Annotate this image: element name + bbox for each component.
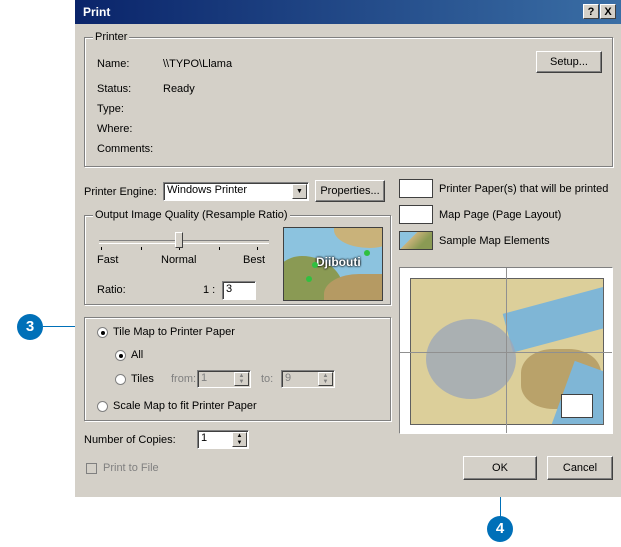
copies-spinner[interactable]: ▲ ▼ [232,432,247,447]
tile-map-radio[interactable] [97,327,108,338]
status-label: Status: [97,83,132,95]
setup-button[interactable]: Setup... [536,51,602,73]
step-3-callout: 3 [17,314,43,340]
step-4-callout: 4 [487,516,513,542]
tick-1 [101,247,102,250]
from-label: from: [171,373,197,385]
tick-4 [219,247,220,250]
printer-group: Printer Name: \\TYPO\Llama Status: Ready… [84,31,613,167]
print-dialog: Print ? X Printer Name: \\TYPO\Llama Sta… [75,0,621,497]
to-input[interactable]: 9 ▲ ▼ [281,370,335,388]
ratio-input[interactable]: 3 [222,281,256,300]
printer-engine-select[interactable]: Windows Printer ▼ [163,182,309,201]
scale-map-radio[interactable] [97,401,108,412]
close-icon[interactable]: X [600,4,616,19]
sample-map-swatch [399,231,433,250]
name-label: Name: [97,58,130,70]
fast-label: Fast [97,254,119,266]
ok-button[interactable]: OK [463,456,537,480]
chevron-down-icon[interactable]: ▼ [292,184,307,199]
scale-map-label[interactable]: Scale Map to fit Printer Paper [113,400,257,412]
output-quality-label: Output Image Quality (Resample Ratio) [93,209,290,221]
properties-button[interactable]: Properties... [315,180,385,202]
ratio-prefix: 1 : [203,284,216,296]
cancel-button[interactable]: Cancel [547,456,613,480]
tiles-radio[interactable] [115,374,126,385]
name-value: \\TYPO\Llama [163,58,233,70]
to-label: to: [261,373,274,385]
city-marker-1 [312,262,318,268]
printer-engine-label: Printer Engine: [84,186,157,198]
tile-map-label[interactable]: Tile Map to Printer Paper [113,326,235,338]
tile-divider-horizontal [400,352,612,353]
printer-group-label: Printer [93,31,130,43]
tick-2 [141,247,142,250]
tick-5 [257,247,258,250]
land-shape-2 [334,228,382,248]
highlands [426,319,516,399]
normal-label: Normal [161,254,197,266]
to-value: 9 [285,372,292,384]
window-title: Print [83,5,111,19]
map-legend-box [561,394,593,418]
where-label: Where: [97,123,133,135]
copies-input[interactable]: 1 ▲ ▼ [197,430,249,449]
tile-divider-vertical [506,268,507,433]
city-marker-3 [306,276,312,282]
help-icon[interactable]: ? [583,4,599,19]
quality-preview-image: Djibouti [283,227,383,301]
resample-slider-thumb[interactable] [175,232,183,248]
output-quality-group: Output Image Quality (Resample Ratio) Fa… [84,209,391,305]
best-label: Best [243,254,266,266]
title-bar: Print ? X [75,0,621,24]
tiling-group: Tile Map to Printer Paper All Tiles from… [84,317,391,421]
printer-engine-value: Windows Printer [167,184,248,196]
map-page-swatch [399,205,433,224]
map-page-legend-label: Map Page (Page Layout) [439,209,562,221]
from-spinner[interactable]: ▲ ▼ [234,372,249,386]
tiles-label[interactable]: Tiles [131,373,154,385]
from-input[interactable]: 1 ▲ ▼ [197,370,251,388]
print-to-file-checkbox[interactable] [86,463,97,474]
status-value: Ready [163,83,195,95]
copies-value: 1 [201,432,208,444]
comments-label: Comments: [97,143,154,155]
djibouti-map-label: Djibouti [316,255,361,269]
paper-swatch [399,179,433,198]
all-label[interactable]: All [131,349,143,361]
to-spinner[interactable]: ▲ ▼ [318,372,333,386]
print-to-file-label[interactable]: Print to File [103,462,159,474]
from-value: 1 [201,372,208,384]
copies-label: Number of Copies: [84,434,176,446]
tile-preview-panel [399,267,613,434]
ratio-label: Ratio: [97,284,126,296]
sample-legend-label: Sample Map Elements [439,235,550,247]
city-marker-2 [364,250,370,256]
type-label: Type: [97,103,124,115]
gulf-water [502,285,603,353]
all-radio[interactable] [115,350,126,361]
paper-legend-label: Printer Paper(s) that will be printed [439,183,609,195]
resample-slider-track[interactable] [99,240,269,244]
